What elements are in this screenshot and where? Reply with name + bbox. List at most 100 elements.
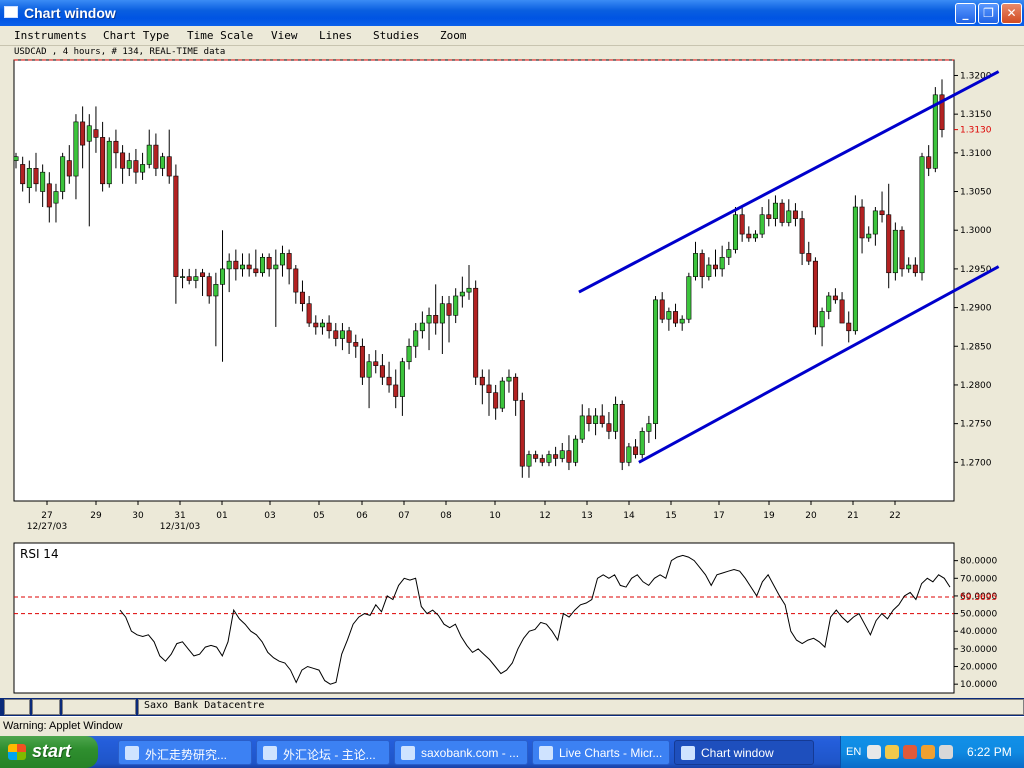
candle-body bbox=[313, 322, 319, 328]
taskbar-item-forex-forum[interactable]: 外汇论坛 - 主论... bbox=[256, 740, 390, 765]
taskbar-item-chart-window[interactable]: Chart window bbox=[674, 740, 814, 765]
tray-expand-icon[interactable] bbox=[867, 745, 881, 759]
rsi-y-tick-label: 40.0000 bbox=[960, 627, 997, 637]
candle-body bbox=[792, 210, 798, 219]
candle-body bbox=[100, 137, 106, 185]
candle-body bbox=[93, 129, 99, 138]
price-x-tick-label: 15 bbox=[665, 511, 676, 521]
candle-body bbox=[299, 291, 305, 305]
price-x-tick-label: 13 bbox=[581, 511, 592, 521]
tray-volume-icon[interactable] bbox=[939, 745, 953, 759]
taskbar-item-live-charts[interactable]: Live Charts - Micr... bbox=[532, 740, 670, 765]
tray-app-icon[interactable] bbox=[903, 745, 917, 759]
tray-clock: 6:22 PM bbox=[967, 745, 1012, 759]
candle-body bbox=[599, 415, 605, 424]
rsi-y-tick-label: 10.0000 bbox=[960, 680, 997, 690]
candle-body bbox=[366, 361, 372, 378]
candle-body bbox=[586, 415, 592, 424]
candle-body bbox=[206, 276, 212, 297]
candle-body bbox=[233, 260, 239, 270]
candle-body bbox=[220, 268, 226, 285]
candle-body bbox=[446, 303, 452, 316]
chart-canvas[interactable]: RSI 14 1.32001.31501.31001.30501.30001.2… bbox=[0, 0, 1024, 698]
tray-network-icon[interactable] bbox=[885, 745, 899, 759]
candle-body bbox=[46, 183, 52, 208]
candle-body bbox=[486, 384, 492, 393]
price-x-tick-label: 27 bbox=[41, 511, 52, 521]
ie-icon bbox=[125, 746, 139, 760]
candle-body bbox=[73, 121, 79, 177]
candle-body bbox=[812, 260, 818, 328]
ie-icon bbox=[401, 746, 415, 760]
candle-body bbox=[759, 214, 765, 235]
candle-body bbox=[140, 164, 146, 173]
price-y-tick-label: 1.2900 bbox=[960, 304, 992, 314]
candlestick bbox=[852, 195, 858, 335]
price-x-tick-label: 05 bbox=[313, 511, 324, 521]
candle-body bbox=[106, 140, 112, 185]
candle-body bbox=[399, 361, 405, 397]
candle-body bbox=[359, 345, 365, 378]
candle-body bbox=[819, 311, 825, 328]
rsi-y-tick-label: 30.0000 bbox=[960, 645, 997, 655]
taskbar: start 外汇走势研究... 外汇论坛 - 主论... saxobank.co… bbox=[0, 736, 1024, 768]
candlestick bbox=[892, 222, 898, 281]
candlestick bbox=[812, 257, 818, 335]
candle-body bbox=[293, 268, 299, 293]
candle-body bbox=[526, 454, 532, 467]
taskbar-item-saxobank[interactable]: saxobank.com - ... bbox=[394, 740, 528, 765]
candle-body bbox=[466, 287, 472, 293]
taskbar-item-forex-research[interactable]: 外汇走势研究... bbox=[118, 740, 252, 765]
candle-body bbox=[60, 156, 66, 192]
candle-body bbox=[379, 365, 385, 378]
candle-body bbox=[353, 342, 359, 347]
candle-body bbox=[306, 303, 312, 324]
price-x-tick-label: 21 bbox=[847, 511, 858, 521]
status-button-2[interactable] bbox=[32, 699, 60, 715]
candle-body bbox=[113, 140, 119, 154]
tray-tool-icon[interactable] bbox=[921, 745, 935, 759]
candle-body bbox=[253, 268, 259, 274]
rsi-plot-area[interactable] bbox=[13, 542, 955, 694]
candle-body bbox=[193, 276, 199, 281]
price-x-tick-label: 29 bbox=[90, 511, 102, 521]
candle-body bbox=[146, 144, 152, 165]
price-y-tick-label: 1.3000 bbox=[960, 226, 992, 236]
price-x-tick-label: 01 bbox=[216, 511, 227, 521]
candle-body bbox=[726, 249, 732, 258]
candle-body bbox=[906, 264, 912, 270]
candle-body bbox=[286, 253, 292, 270]
candle-body bbox=[33, 168, 39, 185]
taskbar-item-label: Chart window bbox=[701, 746, 774, 760]
candle-body bbox=[852, 206, 858, 332]
candle-body bbox=[53, 191, 59, 204]
language-indicator[interactable]: EN bbox=[846, 746, 861, 758]
status-button-1[interactable] bbox=[4, 699, 30, 715]
candle-body bbox=[386, 376, 392, 386]
candle-body bbox=[160, 156, 166, 169]
rsi-y-tick-label: 80.0000 bbox=[960, 557, 997, 567]
candle-body bbox=[666, 311, 672, 320]
candle-body bbox=[373, 361, 379, 366]
start-button[interactable]: start bbox=[0, 736, 98, 768]
candle-body bbox=[266, 256, 272, 270]
candle-body bbox=[659, 299, 665, 320]
candle-body bbox=[499, 380, 505, 409]
candle-body bbox=[799, 218, 805, 254]
candle-body bbox=[246, 264, 252, 270]
candle-body bbox=[120, 152, 126, 169]
candle-body bbox=[919, 156, 925, 274]
rsi-y-tick-label: 50.0000 bbox=[960, 610, 997, 620]
candlestick bbox=[499, 377, 505, 413]
candle-body bbox=[719, 256, 725, 270]
candle-body bbox=[653, 299, 659, 424]
ie-icon bbox=[539, 746, 553, 760]
price-x-tick-label: 06 bbox=[356, 511, 368, 521]
price-x-tick-label: 07 bbox=[398, 511, 409, 521]
candle-body bbox=[453, 295, 459, 316]
candle-body bbox=[686, 276, 692, 320]
candle-body bbox=[579, 415, 585, 440]
price-x-tick-label: 14 bbox=[623, 511, 635, 521]
price-y-tick-label: 1.3150 bbox=[960, 110, 992, 120]
candle-body bbox=[259, 256, 265, 274]
